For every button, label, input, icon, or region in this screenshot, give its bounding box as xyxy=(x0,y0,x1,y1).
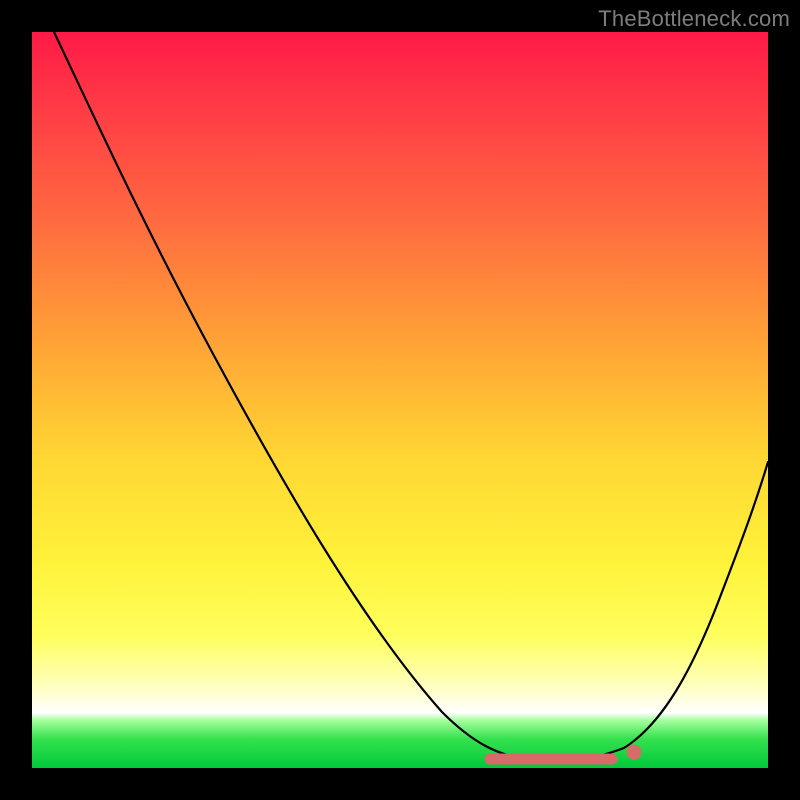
watermark-label: TheBottleneck.com xyxy=(598,6,790,32)
chart-svg xyxy=(32,32,768,768)
plot-area xyxy=(32,32,768,768)
bottleneck-curve xyxy=(54,32,768,761)
chart-frame: TheBottleneck.com xyxy=(0,0,800,800)
highlight-point-marker xyxy=(627,745,642,760)
